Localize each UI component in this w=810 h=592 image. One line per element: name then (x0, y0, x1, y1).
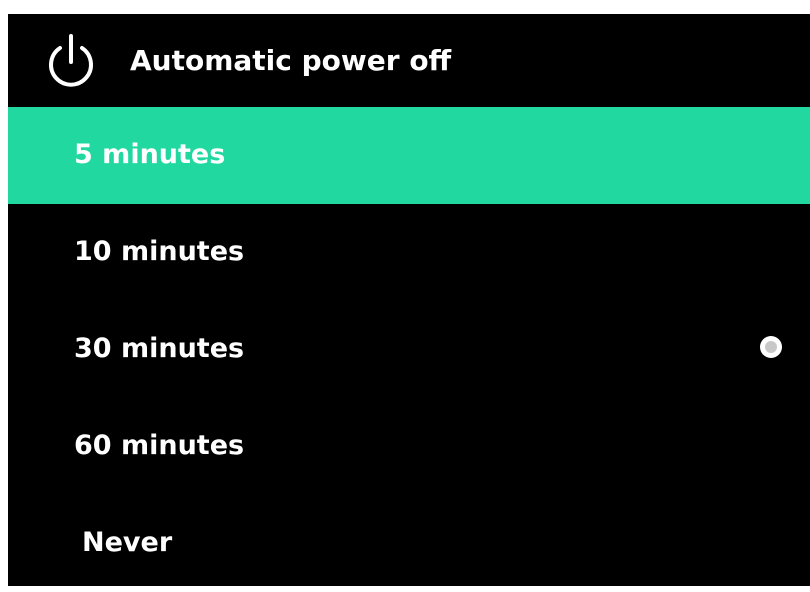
option-never[interactable]: Never (8, 495, 810, 592)
option-label: Never (82, 527, 173, 558)
option-30-minutes[interactable]: 30 minutes (8, 301, 810, 398)
option-5-minutes[interactable]: 5 minutes (8, 107, 810, 204)
power-icon (44, 32, 98, 88)
option-label: 60 minutes (74, 430, 245, 461)
menu-header: Automatic power off (8, 14, 810, 107)
option-label: 5 minutes (74, 139, 226, 170)
option-label: 30 minutes (74, 333, 245, 364)
options-list: 5 minutes 10 minutes 30 minutes 60 minut… (8, 107, 810, 592)
page-title: Automatic power off (130, 44, 452, 77)
option-60-minutes[interactable]: 60 minutes (8, 398, 810, 495)
selected-radio-icon (760, 336, 782, 358)
option-10-minutes[interactable]: 10 minutes (8, 204, 810, 301)
option-label: 10 minutes (74, 236, 245, 267)
power-off-menu: Automatic power off 5 minutes 10 minutes… (8, 14, 810, 586)
